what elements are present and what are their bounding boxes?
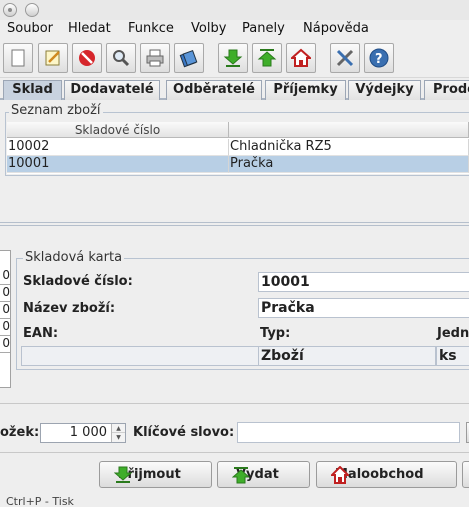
upload-arrow-icon	[257, 49, 277, 67]
stop-icon	[79, 50, 95, 66]
spin-up-icon[interactable]: ▲	[112, 424, 125, 433]
retail-toolbar-button[interactable]	[286, 43, 316, 73]
cell-name: Pračka	[229, 156, 469, 173]
menu-napoveda[interactable]: Nápověda	[303, 21, 369, 36]
cell-name: Chladnička RZ5	[229, 139, 469, 156]
home-icon	[291, 48, 311, 67]
window-title-bar	[0, 0, 469, 20]
print-icon	[146, 49, 164, 67]
name-label: Název zboží:	[23, 301, 116, 316]
type-label: Typ:	[260, 326, 291, 341]
settings-button[interactable]	[330, 43, 360, 73]
window-menu-icon[interactable]	[3, 3, 17, 17]
receive-toolbar-button[interactable]	[218, 43, 248, 73]
books-icon	[179, 50, 198, 68]
split-pane-divider[interactable]	[0, 222, 469, 226]
help-button[interactable]: ?	[364, 43, 394, 73]
type-field[interactable]: Zboží	[258, 346, 436, 366]
menu-panely[interactable]: Panely	[242, 21, 285, 36]
menu-soubor[interactable]: Soubor	[7, 21, 53, 36]
spinner-arrows[interactable]: ▲ ▼	[111, 424, 125, 442]
goods-table[interactable]: Skladové číslo 10002 Chladnička RZ5 1000…	[7, 122, 469, 174]
menu-volby[interactable]: Volby	[191, 21, 226, 36]
svg-text:?: ?	[375, 52, 383, 67]
name-field[interactable]: Pračka	[258, 298, 469, 318]
table-row[interactable]: 10002 Chladnička RZ5	[7, 139, 469, 156]
toolbar: ?	[0, 42, 469, 78]
menu-funkce[interactable]: Funkce	[128, 21, 174, 36]
keyword-input[interactable]	[237, 422, 460, 443]
help-icon: ?	[369, 48, 389, 68]
tab-bar: Sklad Dodavatelé Odběratelé Příjemky Výd…	[0, 80, 469, 100]
item-count-spinner[interactable]: 1 000 ▲ ▼	[40, 423, 126, 443]
receive-button[interactable]: Přijmout	[99, 461, 212, 488]
cell-code: 10002	[7, 139, 229, 156]
column-header-code[interactable]: Skladové číslo	[7, 122, 229, 138]
stock-card-legend: Skladová karta	[23, 250, 125, 265]
tab-vydejky[interactable]: Výdejky	[348, 80, 421, 100]
left-cell: 0	[0, 268, 10, 285]
code-label: Skladové číslo:	[23, 274, 133, 289]
tab-prijemky[interactable]: Příjemky	[265, 80, 346, 100]
spin-down-icon[interactable]: ▼	[112, 433, 125, 442]
tools-icon	[336, 49, 354, 67]
issue-toolbar-button[interactable]	[252, 43, 282, 73]
left-cell: 0	[0, 319, 10, 336]
catalog-button[interactable]	[174, 43, 204, 73]
left-cell: 0	[0, 302, 10, 319]
left-panel-table[interactable]: 0 0 0 0 0	[0, 250, 11, 388]
tab-sklad[interactable]: Sklad	[3, 80, 62, 100]
ean-field[interactable]	[21, 346, 259, 366]
new-document-icon	[11, 49, 25, 67]
menu-hledat[interactable]: Hledat	[68, 21, 111, 36]
code-field[interactable]: 10001	[258, 272, 469, 292]
print-button[interactable]	[140, 43, 170, 73]
left-cell: 0	[0, 285, 10, 302]
status-bar: Ctrl+P - Tisk	[0, 495, 469, 507]
upload-arrow-icon	[232, 467, 250, 484]
issue-button[interactable]: Vydat	[217, 461, 310, 488]
ean-label: EAN:	[23, 326, 59, 341]
cell-code: 10001	[7, 156, 229, 173]
menu-bar: Soubor Hledat Funkce Volby Panely Nápově…	[0, 20, 469, 40]
window-minimize-icon[interactable]	[25, 3, 39, 17]
keyword-label: Klíčové slovo:	[133, 425, 235, 440]
goods-list-legend: Seznam zboží	[9, 103, 103, 118]
separator	[0, 403, 469, 404]
left-cell: 0	[0, 336, 10, 353]
item-count-label: ožek:	[0, 425, 40, 440]
retail-button[interactable]: Maloobchod	[316, 461, 457, 488]
status-text: Ctrl+P - Tisk	[6, 495, 74, 507]
filter-row: ožek: 1 000 ▲ ▼ Klíčové slovo:	[0, 422, 469, 444]
tab-odberatele[interactable]: Odběratelé	[166, 80, 262, 100]
edit-button[interactable]	[38, 43, 68, 73]
home-icon	[331, 466, 349, 484]
new-button[interactable]	[3, 43, 33, 73]
tab-dodavatele[interactable]: Dodavatelé	[64, 80, 160, 100]
delete-button[interactable]	[72, 43, 102, 73]
search-button[interactable]	[106, 43, 136, 73]
column-header-name[interactable]	[229, 122, 469, 138]
tab-prodej[interactable]: Prode	[424, 80, 469, 100]
table-row-selected[interactable]: 10001 Pračka	[7, 156, 469, 173]
unit-field[interactable]: ks	[436, 346, 469, 366]
separator	[0, 452, 469, 453]
download-arrow-icon	[114, 466, 132, 483]
unit-label: Jedn	[437, 326, 469, 341]
search-icon	[113, 50, 130, 67]
download-arrow-icon	[223, 49, 243, 67]
item-count-value: 1 000	[69, 425, 107, 440]
edit-icon	[45, 50, 60, 66]
more-action-button[interactable]	[462, 461, 469, 488]
